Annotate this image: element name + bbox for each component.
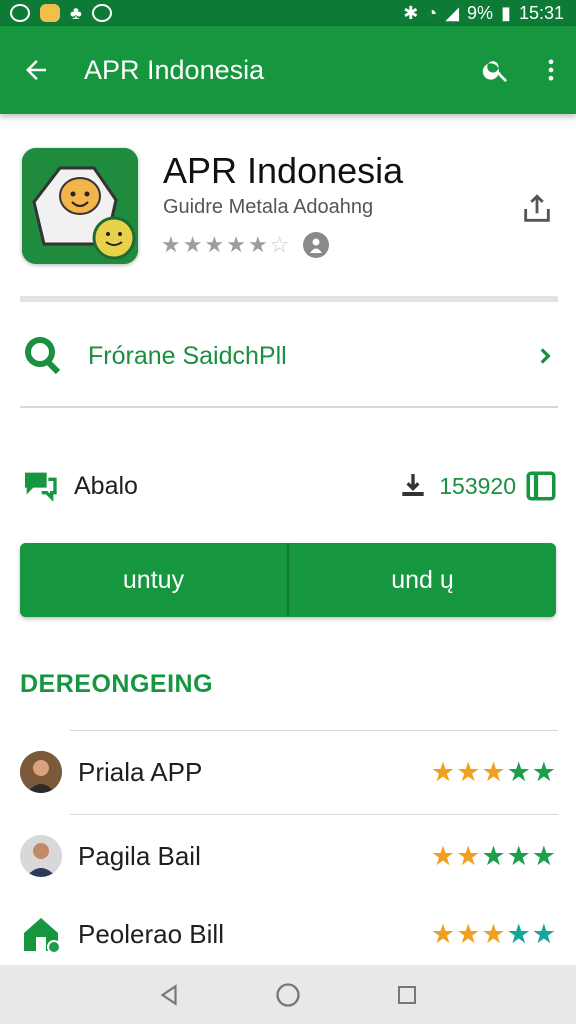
avatar [20, 913, 62, 955]
battery-level: 9% [467, 2, 494, 23]
toolbar-title: APR Indonesia [84, 54, 265, 85]
feature-label: Frórane SaidchPll [88, 341, 287, 370]
mascot-icon [22, 148, 138, 264]
star-icon: ★ [430, 756, 456, 787]
star-icon: ★ [456, 840, 481, 871]
square-recents-icon [397, 985, 416, 1004]
star-icon: ★ [531, 918, 556, 949]
review-divider [70, 814, 558, 815]
section-title: DEREONGEING [20, 670, 214, 698]
bookmark-icon[interactable] [524, 468, 558, 504]
wifi-icon: ◔ [426, 2, 438, 23]
section-divider [20, 406, 558, 408]
circle-home-icon [276, 982, 300, 1007]
review-stars: ★ ★ ★ ★ ★ [430, 840, 556, 871]
review-row[interactable]: Peolerao Bill ★ ★ ★ ★ ★ [20, 904, 556, 964]
download-icon [402, 474, 424, 496]
review-row[interactable]: Priala APP ★ ★ ★ ★ ★ [20, 742, 556, 802]
header-divider [20, 296, 558, 302]
star-icon: ★ [430, 918, 456, 949]
feature-row[interactable]: Frórane SaidchPll [20, 320, 558, 392]
message-icon [25, 472, 57, 502]
star-icon: ★ [531, 756, 556, 787]
open-button[interactable]: und ų [287, 543, 556, 617]
nav-recents-button[interactable] [387, 975, 427, 1015]
star-icon: ★ [161, 232, 181, 257]
star-icon: ★ [481, 918, 506, 949]
review-name: Pagila Bail [78, 840, 201, 871]
star-icon: ★ [430, 840, 456, 871]
app-icon [22, 148, 138, 264]
star-icon: ★ [226, 232, 246, 257]
star-icon: ★ [456, 918, 481, 949]
star-icon: ★ [204, 232, 225, 257]
notification-icons: ♣ [10, 3, 112, 24]
star-icon: ★ [506, 756, 531, 787]
search-icon [482, 61, 507, 82]
notification-icon [40, 4, 60, 22]
back-button[interactable] [0, 26, 72, 114]
app-developer: Guidre Metala Adoahng [163, 196, 374, 218]
avatar [20, 835, 62, 877]
info-row: Abalo 153920 [20, 456, 558, 516]
signal-icon: ◢ [445, 2, 460, 23]
share-icon [524, 194, 550, 222]
battery-icon: ▮ [501, 2, 511, 23]
star-icon: ★ [481, 840, 506, 871]
search-button[interactable] [466, 26, 526, 114]
review-divider [70, 730, 558, 731]
clock: 15:31 [518, 2, 564, 23]
system-nav-bar [0, 965, 576, 1024]
info-label: Abalo [74, 471, 138, 500]
bluetooth-icon: ✱ [403, 2, 419, 23]
review-row[interactable]: Pagila Bail ★ ★ ★ ★ ★ [20, 826, 556, 886]
magnifier-icon [25, 337, 61, 375]
star-icon: ★ [506, 918, 531, 949]
star-outline-icon: ☆ [269, 232, 290, 257]
star-icon: ★ [506, 840, 531, 871]
home-icon [24, 918, 61, 954]
star-icon: ★ [182, 232, 203, 257]
avatar [20, 751, 62, 793]
uninstall-button[interactable]: untuy [20, 543, 287, 617]
review-name: Priala APP [78, 756, 203, 787]
notification-icon: ♣ [70, 2, 82, 23]
nav-back-button[interactable] [149, 975, 189, 1015]
share-button[interactable] [520, 192, 554, 226]
user-badge-icon [303, 232, 330, 258]
chevron-right-icon [540, 348, 551, 364]
app-title: APR Indonesia [163, 150, 404, 191]
star-icon: ★ [531, 840, 556, 871]
notification-icon [10, 4, 30, 22]
star-icon: ★ [247, 232, 268, 257]
status-bar: ♣ ✱ ◔ ◢ 9% ▮ 15:31 [0, 0, 576, 26]
download-count: 153920 [439, 472, 516, 499]
action-button-group: untuy und ų [20, 543, 556, 617]
app-rating: ★ ★ ★ ★ ★ ☆ [161, 232, 330, 258]
more-vert-icon [548, 59, 554, 81]
review-name: Peolerao Bill [78, 918, 224, 949]
arrow-left-icon [26, 60, 46, 80]
review-stars: ★ ★ ★ ★ ★ [430, 918, 556, 949]
app-toolbar: APR Indonesia [0, 26, 576, 114]
review-stars: ★ ★ ★ ★ ★ [430, 756, 556, 787]
star-icon: ★ [456, 756, 481, 787]
notification-icon [91, 4, 112, 22]
triangle-back-icon [160, 983, 177, 1006]
nav-home-button[interactable] [268, 975, 308, 1015]
overflow-menu-button[interactable] [526, 26, 576, 114]
star-icon: ★ [481, 756, 506, 787]
